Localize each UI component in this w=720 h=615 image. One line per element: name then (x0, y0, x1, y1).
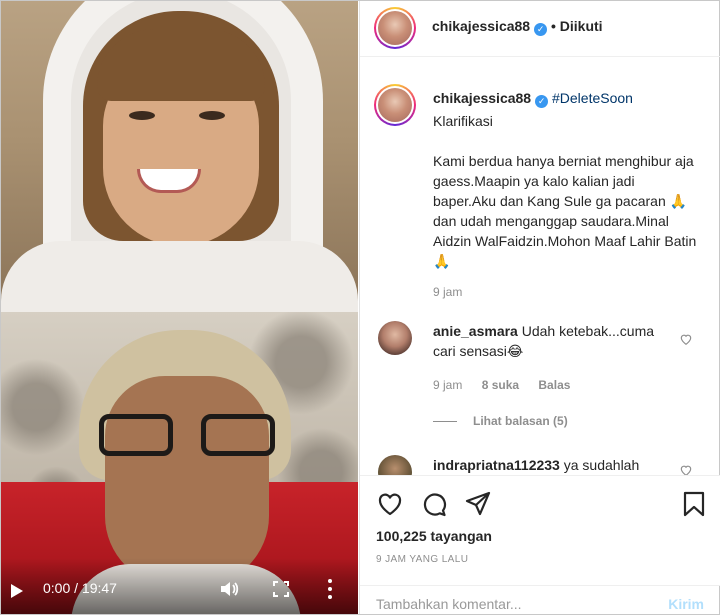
reply-button[interactable]: Balas (538, 378, 570, 392)
view-replies-button[interactable]: Lihat balasan (5) (433, 414, 568, 428)
video-frame-guest-top (1, 1, 358, 312)
video-time-display: 0:00 / 19:47 (43, 580, 117, 596)
avatar[interactable] (374, 7, 416, 49)
live-video-player[interactable]: 0:00 / 19:47 (1, 1, 358, 614)
heart-icon[interactable] (376, 490, 404, 518)
comment-username[interactable]: anie_asmara (433, 323, 518, 339)
caption-username[interactable]: chikajessica88 (433, 90, 531, 106)
volume-icon[interactable] (219, 579, 239, 599)
header-username[interactable]: chikajessica88 (432, 18, 530, 34)
follow-status[interactable]: • Diikuti (551, 18, 603, 34)
caption-header: chikajessica88 ✓ #DeleteSoon (433, 90, 633, 108)
post-timestamp[interactable]: 9 JAM YANG LALU (376, 554, 468, 565)
caption-time: 9 jam (433, 285, 463, 299)
comments-scroll-area[interactable]: chikajessica88 ✓ #DeleteSoon Klarifikasi … (360, 58, 720, 475)
more-vertical-icon[interactable] (327, 579, 333, 599)
caption-avatar[interactable] (374, 84, 416, 126)
caption-body: Kami berdua hanya berniat menghibur aja … (433, 153, 701, 269)
hashtag-link[interactable]: #DeleteSoon (552, 90, 633, 106)
comment-avatar[interactable] (378, 321, 412, 355)
comment-text: anie_asmara Udah ketebak...cuma cari sen… (433, 323, 655, 359)
comment-heart-icon[interactable] (679, 332, 693, 346)
comment-meta: 9 jam 8 suka Balas (433, 378, 571, 392)
comment-text: indrapriatna112233 ya sudahlah (433, 457, 640, 473)
verified-badge-icon: ✓ (535, 95, 549, 108)
post-header: chikajessica88 ✓ • Diikuti (360, 1, 720, 57)
verified-badge-icon: ✓ (534, 23, 548, 36)
play-icon[interactable] (11, 584, 23, 598)
view-count[interactable]: 100,225 tayangan (376, 528, 492, 544)
bookmark-icon[interactable] (680, 490, 708, 518)
comment-username[interactable]: indrapriatna112233 (433, 457, 560, 473)
comment-heart-icon[interactable] (679, 463, 693, 475)
comment-likes[interactable]: 8 suka (482, 378, 519, 392)
share-icon[interactable] (464, 490, 492, 518)
caption-title: Klarifikasi (433, 113, 493, 129)
add-comment-bar: Kirim (360, 585, 720, 614)
post-side-panel: chikajessica88 ✓ • Diikuti chikajessica88… (359, 1, 720, 614)
caption-text: Klarifikasi Kami berdua hanya berniat me… (433, 111, 699, 271)
post-comment-button[interactable]: Kirim (668, 596, 704, 612)
video-controls-bar: 0:00 / 19:47 (1, 558, 358, 614)
comment-icon[interactable] (420, 490, 448, 518)
fullscreen-icon[interactable] (273, 581, 289, 597)
post-actions: 100,225 tayangan 9 JAM YANG LALU (360, 475, 720, 585)
comment-avatar[interactable] (378, 455, 412, 475)
comment-input[interactable] (376, 596, 646, 612)
